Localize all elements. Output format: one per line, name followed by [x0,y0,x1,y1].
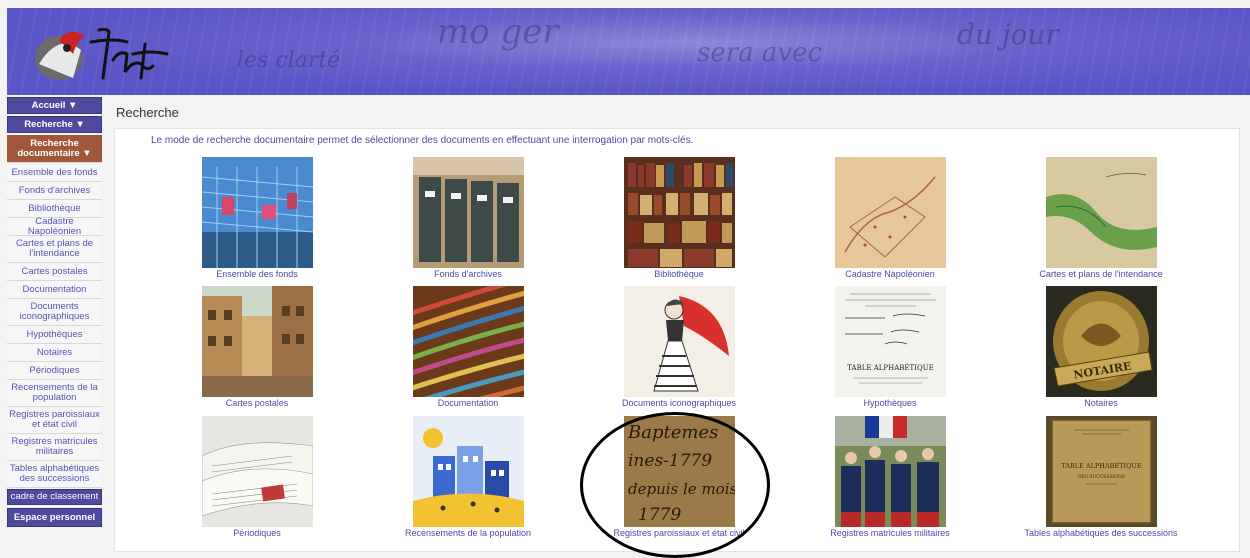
tile-cartes-postales[interactable]: Cartes postales [157,286,357,408]
tile-hypotheques[interactable]: TABLE ALPHABÉTIQUE Hypothèques [790,286,990,408]
nav-fonds-archives[interactable]: Fonds d'archives [7,182,102,200]
nav-tables-alphabetiques[interactable]: Tables alphabétiques des successions [7,461,102,488]
nav-recherche-documentaire[interactable]: Recherche documentaire ▼ [7,135,102,163]
intro-text: Le mode de recherche documentaire permet… [151,135,694,146]
parish-register-thumbnail: Baptemes ines-1779 depuis le mois 1779 [623,416,735,527]
notary-plaque-thumbnail: NOTAIRE [1045,286,1157,397]
fashion-illustration-thumbnail [623,286,735,397]
nav-recensements[interactable]: Recensements de la population [7,380,102,407]
tile-registres-paroissiaux[interactable]: Baptemes ines-1779 depuis le mois 1779 R… [579,416,779,538]
nav-notaires[interactable]: Notaires [7,344,102,362]
newspapers-thumbnail [201,416,313,527]
curved-bookshelf-thumbnail [412,286,524,397]
tile-cadastre-napoleonien[interactable]: Cadastre Napoléonien [790,157,990,279]
nav-espace-personnel[interactable]: Espace personnel [7,508,102,527]
tile-notaires[interactable]: NOTAIRE Notaires [1001,286,1201,408]
thot-logo[interactable] [29,20,179,86]
svg-text:ines-1779: ines-1779 [628,451,712,471]
tile-bibliotheque[interactable]: Bibliothèque [579,157,779,279]
tile-periodiques[interactable]: Périodiques [157,416,357,538]
town-illustration-thumbnail [412,416,524,527]
tile-documentation[interactable]: Documentation [368,286,568,408]
register-page-thumbnail: TABLE ALPHABÉTIQUE [834,286,946,397]
bookshelf-thumbnail [623,157,735,268]
soldiers-thumbnail [834,416,946,527]
tile-ensemble-des-fonds[interactable]: Ensemble des fonds [157,157,357,279]
nav-accueil[interactable]: Accueil ▼ [7,97,102,114]
building-thumbnail [201,157,313,268]
nav-cartes-postales[interactable]: Cartes postales [7,263,102,281]
tile-registres-matricules[interactable]: Registres matricules militaires [790,416,990,538]
svg-text:DES SUCCESSIONS: DES SUCCESSIONS [1077,474,1124,480]
archive-boxes-thumbnail [412,157,524,268]
nav-periodiques[interactable]: Périodiques [7,362,102,380]
nav-documentation[interactable]: Documentation [7,281,102,299]
content-panel: Le mode de recherche documentaire permet… [114,128,1240,552]
nav-cartes-plans[interactable]: Cartes et plans de l'intendance [7,236,102,263]
nav-recherche[interactable]: Recherche ▼ [7,116,102,133]
header-banner: mo ger sera avec les clarté du jour [7,8,1250,95]
tile-tables-alphabetiques[interactable]: TABLE ALPHABÉTIQUE DES SUCCESSIONS Table… [1001,416,1201,538]
tile-cartes-plans-intendance[interactable]: Cartes et plans de l'intendance [1001,157,1201,279]
nav-cadastre[interactable]: Cadastre Napoléonien [7,216,102,236]
svg-text:depuis le mois: depuis le mois [628,480,735,498]
cadastre-map-thumbnail [834,157,946,268]
nav-registres-paroissiaux[interactable]: Registres paroissiaux et état civil [7,407,102,434]
page-title: Recherche [116,105,179,120]
nav-cadre-classement[interactable]: cadre de classement [7,489,102,505]
succession-table-thumbnail: TABLE ALPHABÉTIQUE DES SUCCESSIONS [1045,416,1157,527]
nav-ensemble-des-fonds[interactable]: Ensemble des fonds [7,165,102,182]
nav-registres-matricules[interactable]: Registres matricules militaires [7,434,102,461]
postcard-street-thumbnail [201,286,313,397]
svg-text:1779: 1779 [638,505,681,525]
tile-documents-iconographiques[interactable]: Documents iconographiques [579,286,779,408]
tile-recensements[interactable]: Recensements de la population [368,416,568,538]
tile-fonds-archives[interactable]: Fonds d'archives [368,157,568,279]
nav-hypotheques[interactable]: Hypothèques [7,326,102,344]
svg-text:Baptemes: Baptemes [627,422,718,443]
sidebar-nav: Accueil ▼ Recherche ▼ Recherche document… [7,97,102,529]
intendance-map-thumbnail [1045,157,1157,268]
nav-documents-iconographiques[interactable]: Documents iconographiques [7,299,102,326]
svg-text:TABLE ALPHABÉTIQUE: TABLE ALPHABÉTIQUE [1061,461,1142,470]
svg-text:TABLE ALPHABÉTIQUE: TABLE ALPHABÉTIQUE [847,363,933,372]
